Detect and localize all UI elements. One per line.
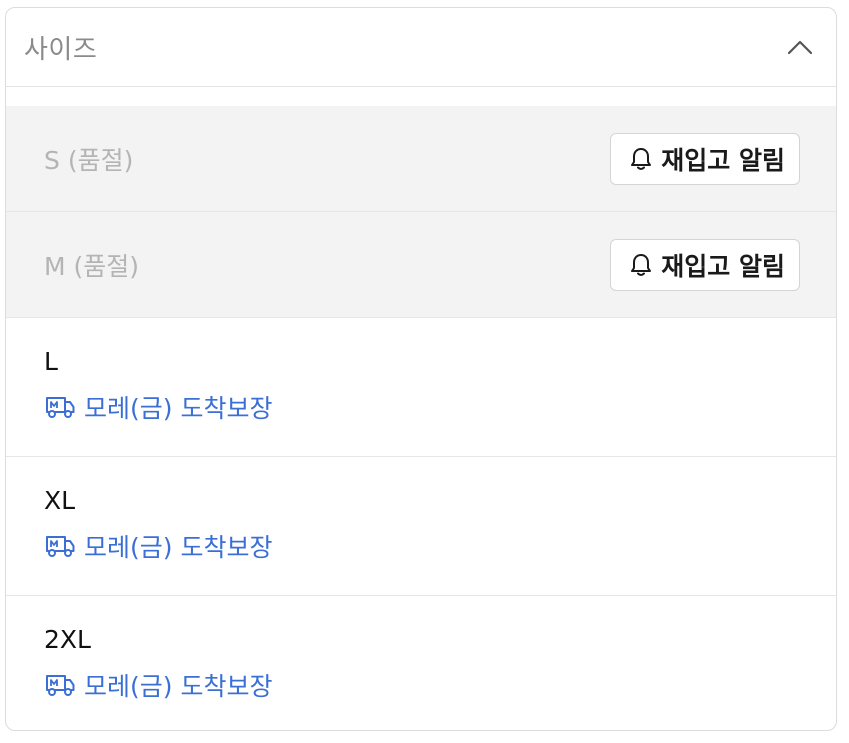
restock-alert-label: 재입고 알림 [661,145,785,175]
restock-alert-button[interactable]: 재입고 알림 [610,132,800,185]
chevron-up-icon[interactable] [786,33,814,61]
delivery-text: 모레(금) 도착보장 [84,533,273,562]
delivery-truck-icon [44,393,76,421]
size-option-s: S (품절) 재입고 알림 [6,106,836,212]
size-option-label: XL [44,486,76,515]
size-dropdown-header[interactable]: 사이즈 [6,8,836,87]
list-spacer [6,87,836,106]
bell-icon [629,252,653,278]
delivery-guarantee: 모레(금) 도착보장 [44,669,800,701]
delivery-guarantee: 모레(금) 도착보장 [44,530,800,562]
size-option-label: S (품절) [44,145,134,175]
size-option-label: L [44,347,58,376]
size-option-l[interactable]: L 모레(금) 도착보장 [6,318,836,457]
dropdown-title: 사이즈 [24,34,98,65]
restock-alert-label: 재입고 알림 [661,251,785,281]
delivery-text: 모레(금) 도착보장 [84,672,273,701]
delivery-guarantee: 모레(금) 도착보장 [44,391,800,423]
size-option-m: M (품절) 재입고 알림 [6,212,836,318]
size-option-2xl[interactable]: 2XL 모레(금) 도착보장 [6,596,836,730]
size-option-label: M (품절) [44,251,140,281]
size-option-label: 2XL [44,625,91,654]
size-option-xl[interactable]: XL 모레(금) 도착보장 [6,457,836,596]
delivery-text: 모레(금) 도착보장 [84,394,273,423]
delivery-truck-icon [44,532,76,560]
delivery-truck-icon [44,671,76,699]
bell-icon [629,146,653,172]
size-dropdown: 사이즈 S (품절) 재입고 알림 M (품절) 재입고 알림 L 모레(금) … [5,7,837,731]
restock-alert-button[interactable]: 재입고 알림 [610,238,800,291]
